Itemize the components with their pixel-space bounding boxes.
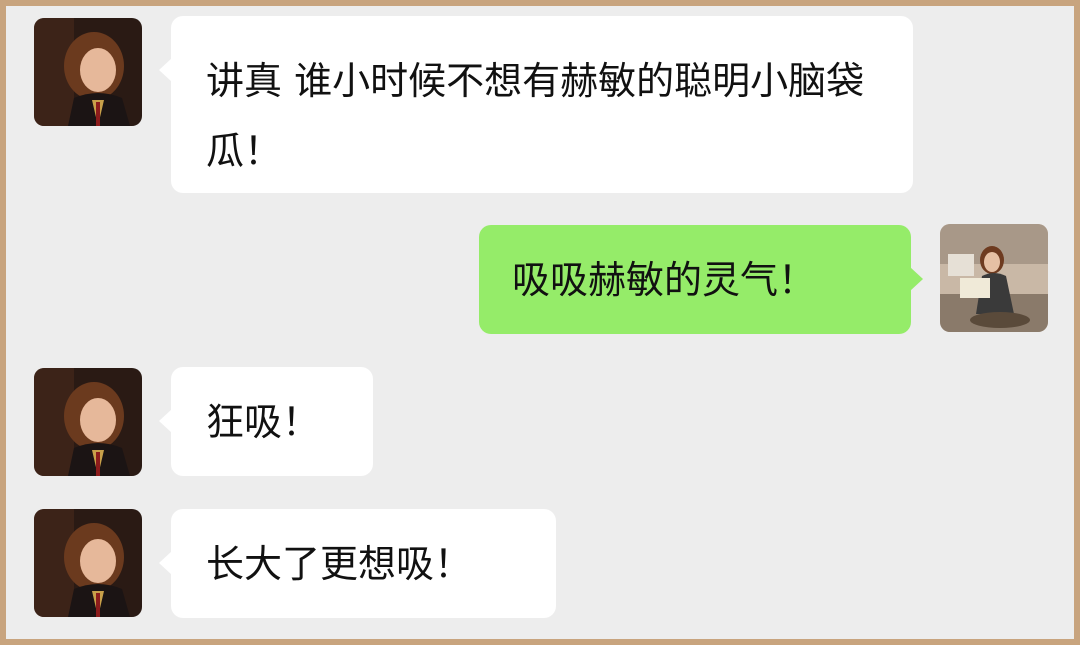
message-bubble-incoming[interactable]: 讲真 谁小时候不想有赫敏的聪明小脑袋瓜！: [159, 16, 913, 193]
contact-avatar[interactable]: [34, 368, 142, 476]
message-bubble-outgoing[interactable]: 吸吸赫敏的灵气！: [479, 225, 923, 334]
girl-reading-avatar-icon: [940, 224, 1048, 332]
self-avatar[interactable]: [940, 224, 1048, 332]
girl-portrait-avatar-icon: [34, 18, 142, 126]
message-text: 吸吸赫敏的灵气！: [512, 258, 817, 302]
message-text: 讲真 谁小时候不想有赫敏的聪明小脑袋瓜！: [206, 59, 865, 173]
message-bubble-incoming[interactable]: 狂吸！: [159, 367, 373, 476]
message-text: 狂吸！: [206, 400, 321, 444]
message-bubble-incoming[interactable]: 长大了更想吸！: [159, 509, 556, 618]
contact-avatar[interactable]: [34, 509, 142, 617]
chat-window: 讲真 谁小时候不想有赫敏的聪明小脑袋瓜！ 吸吸赫敏的灵气！ 狂吸！ 长大了更想吸…: [6, 6, 1074, 639]
contact-avatar[interactable]: [34, 18, 142, 126]
girl-portrait-avatar-icon: [34, 368, 142, 476]
girl-portrait-avatar-icon: [34, 509, 142, 617]
message-text: 长大了更想吸！: [206, 542, 473, 586]
